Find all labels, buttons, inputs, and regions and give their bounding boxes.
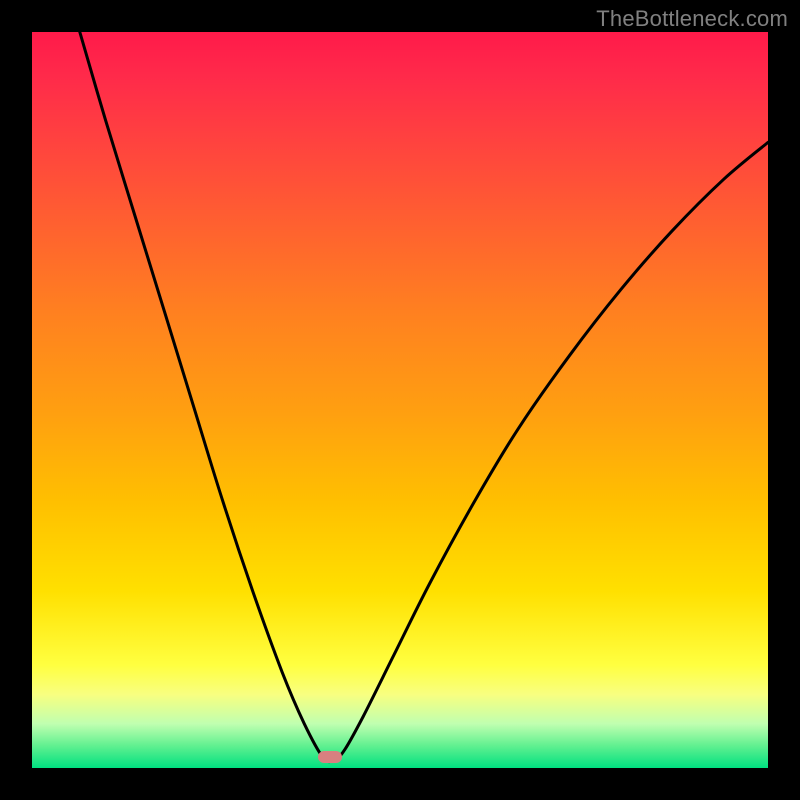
minimum-marker <box>318 751 342 763</box>
bottleneck-curve <box>80 32 768 762</box>
chart-frame: TheBottleneck.com <box>0 0 800 800</box>
curve-svg <box>32 32 768 768</box>
watermark-text: TheBottleneck.com <box>596 6 788 32</box>
plot-area <box>32 32 768 768</box>
